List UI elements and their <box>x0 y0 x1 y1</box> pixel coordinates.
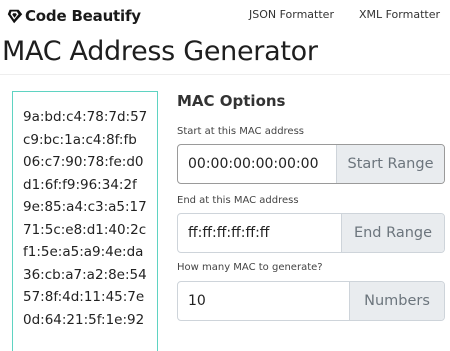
mac-address-item: d1:6f:f9:96:34:2f <box>23 176 137 193</box>
end-range-addon: End Range <box>341 214 444 252</box>
mac-address-item: 57:8f:4d:11:45:7e <box>23 289 145 305</box>
page-title: MAC Address Generator <box>2 36 318 67</box>
mac-count-label: How many MAC to generate? <box>177 262 323 273</box>
end-mac-group: ff:ff:ff:ff:ff:ff End Range <box>177 213 445 253</box>
start-mac-label: Start at this MAC address <box>177 126 305 137</box>
mac-address-item: 9a:bd:c4:78:7d:57 <box>23 109 148 125</box>
nav-json-formatter[interactable]: JSON Formatter <box>249 8 334 21</box>
mac-address-item: 06:c7:90:78:fe:d0 <box>23 154 144 170</box>
end-mac-label: End at this MAC address <box>177 195 299 206</box>
start-mac-group: 00:00:00:00:00:00 Start Range <box>177 144 445 184</box>
mac-address-item: 0d:64:21:5f:1e:92 <box>23 311 145 328</box>
mac-output-box[interactable]: 9a:bd:c4:78:7d:57 c9:bc:1a:c4:8f:fb 06:c… <box>12 91 158 351</box>
mac-address-item: 71:5c:e8:d1:40:2c <box>23 221 147 238</box>
diamond-logo-icon <box>7 9 23 24</box>
numbers-addon: Numbers <box>349 282 444 320</box>
mac-count-group: 10 Numbers <box>177 281 445 321</box>
mac-options-heading: MAC Options <box>177 92 286 110</box>
mac-address-item: c9:bc:1a:c4:8f:fb <box>23 131 137 148</box>
mac-count-input[interactable]: 10 <box>178 282 349 320</box>
brand-logo[interactable]: Code Beautify <box>6 5 141 27</box>
top-nav: JSON Formatter XML Formatter <box>249 8 440 21</box>
mac-address-item: f1:5e:a5:a9:4e:da <box>23 244 144 260</box>
start-range-addon: Start Range <box>336 145 444 183</box>
start-mac-input[interactable]: 00:00:00:00:00:00 <box>178 145 336 183</box>
top-navbar: Code Beautify JSON Formatter XML Formatt… <box>0 0 450 33</box>
mac-address-list: 9a:bd:c4:78:7d:57 c9:bc:1a:c4:8f:fb 06:c… <box>23 106 147 331</box>
nav-xml-formatter[interactable]: XML Formatter <box>359 8 440 21</box>
mac-address-item: 9e:85:a4:c3:a5:17 <box>23 199 147 215</box>
title-divider <box>0 74 450 75</box>
brand-name: Code Beautify <box>25 7 141 25</box>
mac-address-item: 36:cb:a7:a2:8e:54 <box>23 266 147 283</box>
end-mac-input[interactable]: ff:ff:ff:ff:ff:ff <box>178 214 341 252</box>
